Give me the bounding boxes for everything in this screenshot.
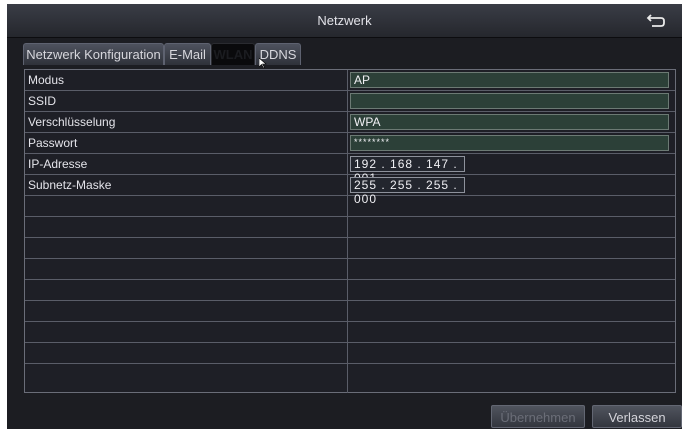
ip-address-label: IP-Adresse (28, 157, 88, 171)
table-row (25, 280, 675, 301)
table-row: Modus AP (25, 70, 675, 91)
subnet-mask-label: Subnetz-Maske (28, 178, 112, 192)
table-row: IP-Adresse 192 . 168 . 147 . 001 (25, 154, 675, 185)
password-input[interactable]: ******** (350, 135, 669, 151)
table-row (25, 217, 675, 238)
table-row: SSID (25, 91, 675, 112)
encryption-select[interactable]: WPA (350, 114, 669, 130)
window-title: Netzwerk (317, 13, 372, 28)
tab-netzwerk-konfiguration[interactable]: Netzwerk Konfiguration (23, 43, 164, 65)
table-row (25, 259, 675, 280)
apply-button[interactable]: Übernehmen (491, 405, 585, 428)
back-arrow-icon (646, 14, 665, 27)
exit-button[interactable]: Verlassen (592, 405, 682, 428)
table-row (25, 322, 675, 343)
back-button[interactable] (644, 9, 668, 31)
tab-email[interactable]: E-Mail (164, 43, 211, 65)
table-row (25, 301, 675, 322)
password-label: Passwort (28, 136, 78, 150)
mouse-pointer-icon (259, 58, 267, 68)
network-settings-window: Netzwerk Netzwerk Konfiguration E-Mail W… (7, 4, 682, 429)
subnet-mask-input[interactable]: 255 . 255 . 255 . 000 (350, 177, 465, 206)
table-row (25, 196, 675, 217)
ip-address-input[interactable]: 192 . 168 . 147 . 001 (350, 156, 465, 185)
wlan-settings-table: Modus AP SSID Verschlüsselung WPA Passwo… (24, 69, 676, 393)
modus-label: Modus (28, 73, 65, 87)
table-row: Subnetz-Maske 255 . 255 . 255 . 000 (25, 175, 675, 206)
table-row (25, 343, 675, 364)
tab-wlan[interactable]: WLAN (211, 43, 255, 65)
table-row (25, 364, 675, 393)
table-row: Verschlüsselung WPA (25, 112, 675, 133)
encryption-label: Verschlüsselung (28, 115, 116, 129)
ssid-label: SSID (28, 94, 57, 108)
title-bar: Netzwerk (7, 4, 682, 38)
ssid-input[interactable] (350, 93, 669, 109)
table-row (25, 238, 675, 259)
modus-select[interactable]: AP (350, 72, 669, 88)
table-row: Passwort ******** (25, 133, 675, 154)
